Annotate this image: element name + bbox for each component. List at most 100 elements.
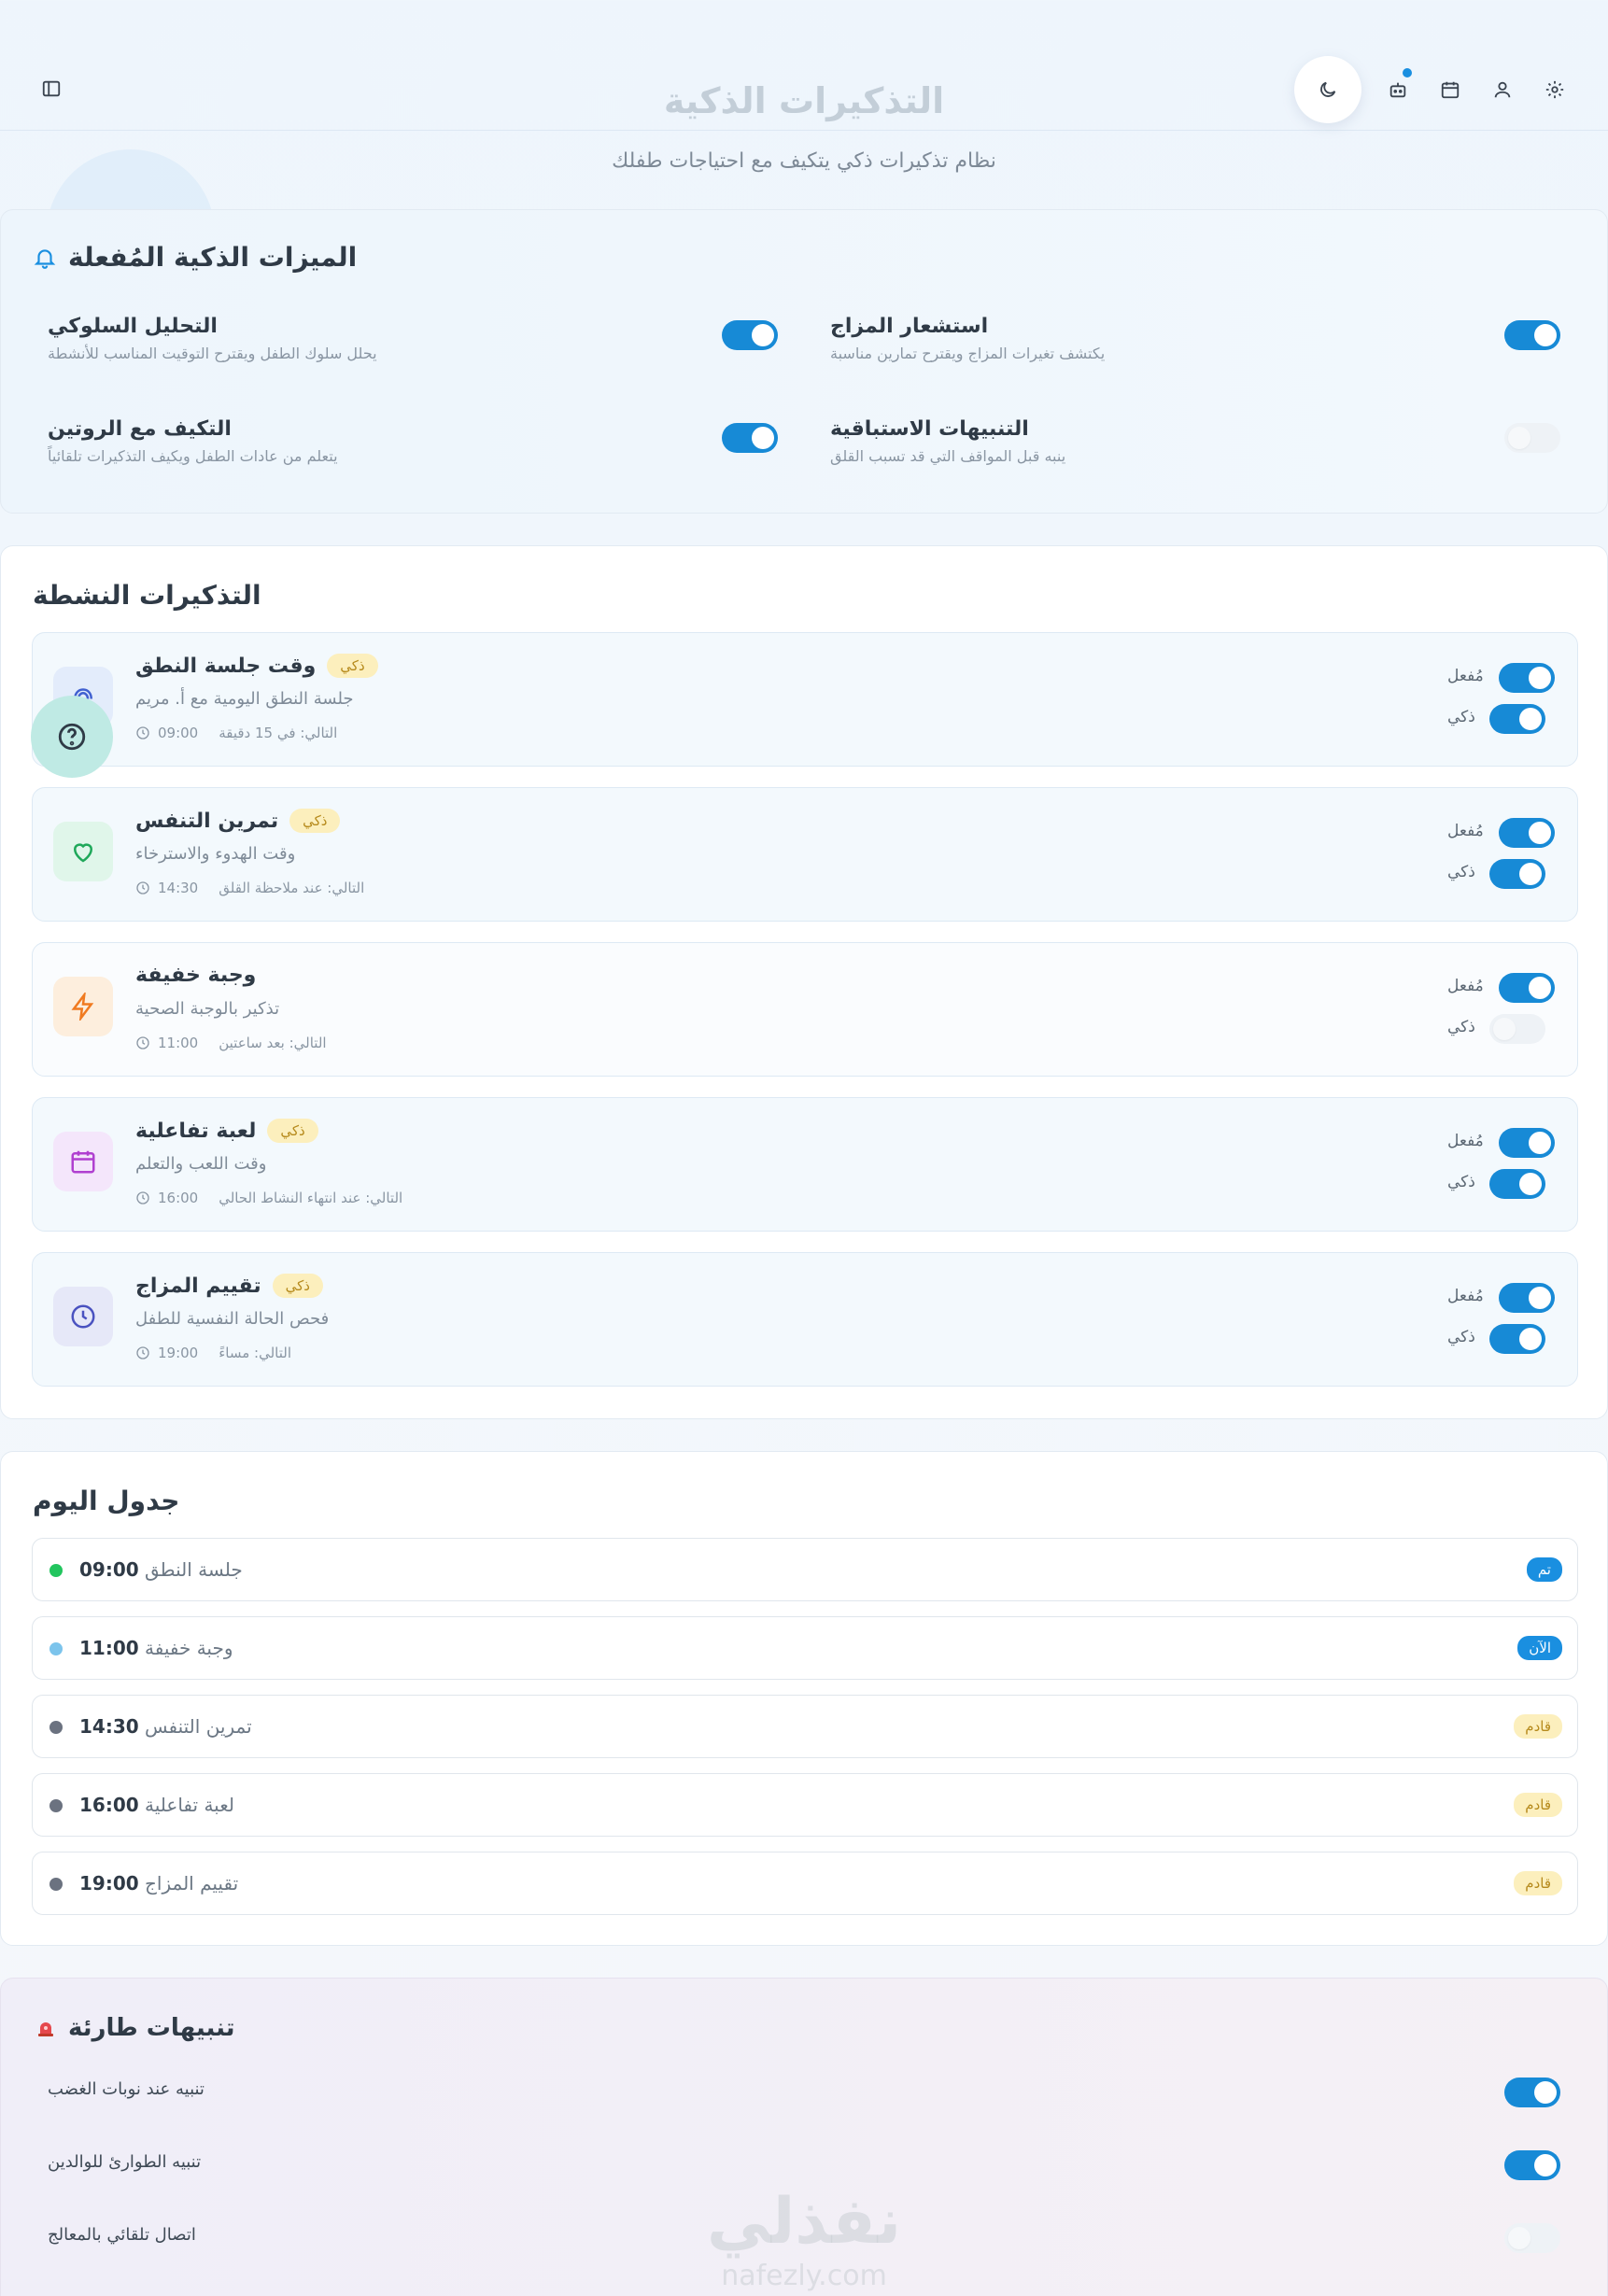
- reminder-smart-toggle[interactable]: [1489, 1169, 1545, 1199]
- clock-icon: [136, 726, 149, 740]
- reminder-next: التالي: مساءً: [219, 1345, 292, 1361]
- schedule-row[interactable]: 19:00 تقييم المزاج قادم: [32, 1852, 1578, 1915]
- schedule-name: جلسة النطق: [145, 1558, 243, 1581]
- reminder-time: 16:00: [158, 1190, 199, 1206]
- reminder-meta: 19:00 التالي: مساءً: [135, 1345, 291, 1361]
- reminder-desc: وقت اللعب والتعلم: [135, 1154, 267, 1174]
- schedule-time: 19:00: [79, 1872, 139, 1895]
- watermark-url: nafezly.com: [721, 2260, 887, 2292]
- reminder-enabled-toggle[interactable]: [1499, 818, 1555, 848]
- status-badge: قادم: [1514, 1714, 1562, 1739]
- schedule-row[interactable]: 09:00 جلسة النطق تم: [32, 1538, 1578, 1601]
- reminder-title-row: ذكي تقييم المزاج: [135, 1274, 323, 1298]
- status-dot: [49, 1878, 63, 1891]
- active-reminders-title: التذكيرات النشطة: [33, 580, 261, 611]
- reminder-enabled-toggle[interactable]: [1499, 973, 1555, 1003]
- reminder-desc: تذكير بالوجبة الصحية: [135, 999, 280, 1019]
- schedule-row[interactable]: 11:00 وجبة خفيفة الآن: [32, 1616, 1578, 1680]
- reminder-time: 09:00: [158, 725, 199, 741]
- watermark-logo: نفذلي: [706, 2185, 902, 2259]
- reminder-item[interactable]: ذكي تمرين التنفس وقت الهدوء والاسترخاء 1…: [32, 787, 1578, 922]
- reminder-item[interactable]: ذكي لعبة تفاعلية وقت اللعب والتعلم 16:00…: [32, 1097, 1578, 1232]
- enabled-label: مُفعل: [1447, 977, 1484, 995]
- status-dot: [49, 1642, 63, 1655]
- clock-icon: [136, 1191, 149, 1204]
- reminder-meta: 16:00 التالي: عند انتهاء النشاط الحالي: [135, 1190, 402, 1206]
- reminder-title: تقييم المزاج: [135, 1274, 261, 1298]
- reminder-enabled-toggle[interactable]: [1499, 663, 1555, 693]
- feature-mood-sensing: استشعار المزاج يكتشف تغيرات المزاج ويقتر…: [830, 315, 1577, 389]
- schedule-name: وجبة خفيفة: [145, 1637, 233, 1659]
- reminder-time: 11:00: [158, 1035, 199, 1051]
- reminder-time: 19:00: [158, 1345, 199, 1361]
- smart-label: ذكي: [1447, 708, 1475, 726]
- feature-routine-adaptation-toggle[interactable]: [722, 423, 778, 453]
- schedule-time: 14:30: [79, 1715, 139, 1738]
- reminder-desc: فحص الحالة النفسية للطفل: [135, 1309, 330, 1329]
- reminder-next: التالي: بعد ساعتين: [219, 1035, 327, 1051]
- reminder-enabled-toggle[interactable]: [1499, 1283, 1555, 1313]
- lightning-icon: [53, 977, 113, 1036]
- clock-icon: [136, 881, 149, 894]
- calendar-icon: [53, 1132, 113, 1191]
- smart-badge: ذكي: [289, 809, 341, 833]
- reminder-smart-toggle[interactable]: [1489, 1324, 1545, 1354]
- reminder-next: التالي: في 15 دقيقة: [219, 725, 338, 741]
- feature-name: استشعار المزاج: [830, 315, 989, 338]
- feature-behavior-analysis-toggle[interactable]: [722, 320, 778, 350]
- schedule-row[interactable]: 16:00 لعبة تفاعلية قادم: [32, 1773, 1578, 1837]
- feature-name: التنبيهات الاستباقية: [830, 417, 1029, 441]
- page-subtitle: نظام تذكيرات ذكي يتكيف مع احتياجات طفلك: [612, 149, 996, 173]
- feature-desc: يتعلم من عادات الطفل ويكيف التذكيرات تلق…: [48, 447, 338, 465]
- reminder-smart-toggle[interactable]: [1489, 1014, 1545, 1044]
- reminder-smart-toggle[interactable]: [1489, 704, 1545, 734]
- reminder-title: وقت جلسة النطق: [135, 654, 317, 678]
- smart-label: ذكي: [1447, 1328, 1475, 1346]
- reminder-smart-toggle[interactable]: [1489, 859, 1545, 889]
- feature-proactive-alerts-toggle[interactable]: [1504, 423, 1560, 453]
- smart-label: ذكي: [1447, 1173, 1475, 1191]
- feature-mood-sensing-toggle[interactable]: [1504, 320, 1560, 350]
- alert-parents-toggle[interactable]: [1504, 2150, 1560, 2180]
- help-button[interactable]: [31, 696, 113, 778]
- reminder-item[interactable]: وجبة خفيفة تذكير بالوجبة الصحية 11:00 ال…: [32, 942, 1578, 1077]
- schedule-time: 11:00: [79, 1637, 139, 1659]
- status-badge: تم: [1526, 1557, 1562, 1582]
- feature-routine-adaptation: التكيف مع الروتين يتعلم من عادات الطفل و…: [48, 417, 795, 492]
- smart-badge: ذكي: [267, 1119, 318, 1143]
- feature-desc: يحلل سلوك الطفل ويقترح التوقيت المناسب ل…: [48, 345, 377, 362]
- feature-behavior-analysis: التحليل السلوكي يحلل سلوك الطفل ويقترح ا…: [48, 315, 795, 389]
- schedule-name: تقييم المزاج: [145, 1872, 239, 1895]
- reminder-title: تمرين التنفس: [135, 809, 279, 833]
- enabled-label: مُفعل: [1447, 1132, 1484, 1150]
- alert-label: تنبيه عند نوبات الغضب: [48, 2079, 205, 2099]
- reminder-next: التالي: عند ملاحظة القلق: [219, 880, 365, 896]
- smart-label: ذكي: [1447, 863, 1475, 881]
- clock-icon: [53, 1287, 113, 1346]
- smart-badge: ذكي: [272, 1274, 323, 1298]
- status-dot: [49, 1799, 63, 1812]
- reminder-title-row: ذكي تمرين التنفس: [135, 809, 341, 833]
- smart-badge: ذكي: [327, 654, 378, 678]
- enabled-label: مُفعل: [1447, 822, 1484, 840]
- top-bar: التذكيرات الذكية: [0, 0, 1608, 131]
- status-badge: الآن: [1517, 1636, 1562, 1660]
- enabled-label: مُفعل: [1447, 667, 1484, 685]
- schedule-row[interactable]: 14:30 تمرين التنفس قادم: [32, 1695, 1578, 1758]
- reminder-meta: 09:00 التالي: في 15 دقيقة: [135, 725, 337, 741]
- feature-desc: ينبه قبل المواقف التي قد تسبب القلق: [830, 447, 1066, 465]
- alert-label: تنبيه الطوارئ للوالدين: [48, 2152, 202, 2172]
- smart-features-title: الميزات الذكية المُفعلة: [68, 242, 358, 273]
- reminder-enabled-toggle[interactable]: [1499, 1128, 1555, 1158]
- reminder-item[interactable]: ذكي تقييم المزاج فحص الحالة النفسية للطف…: [32, 1252, 1578, 1387]
- feature-name: التحليل السلوكي: [48, 315, 218, 338]
- enabled-label: مُفعل: [1447, 1287, 1484, 1305]
- status-dot: [49, 1564, 63, 1577]
- page-title: التذكيرات الذكية: [663, 80, 945, 121]
- reminder-title-row: ذكي لعبة تفاعلية: [135, 1119, 318, 1143]
- status-badge: قادم: [1514, 1793, 1562, 1817]
- feature-desc: يكتشف تغيرات المزاج ويقترح تمارين مناسبة: [830, 345, 1106, 362]
- alert-tantrum-toggle[interactable]: [1504, 2078, 1560, 2107]
- reminder-item[interactable]: ذكي وقت جلسة النطق جلسة النطق اليومية مع…: [32, 632, 1578, 767]
- smart-features-card: الميزات الذكية المُفعلة استشعار المزاج ي…: [0, 209, 1608, 514]
